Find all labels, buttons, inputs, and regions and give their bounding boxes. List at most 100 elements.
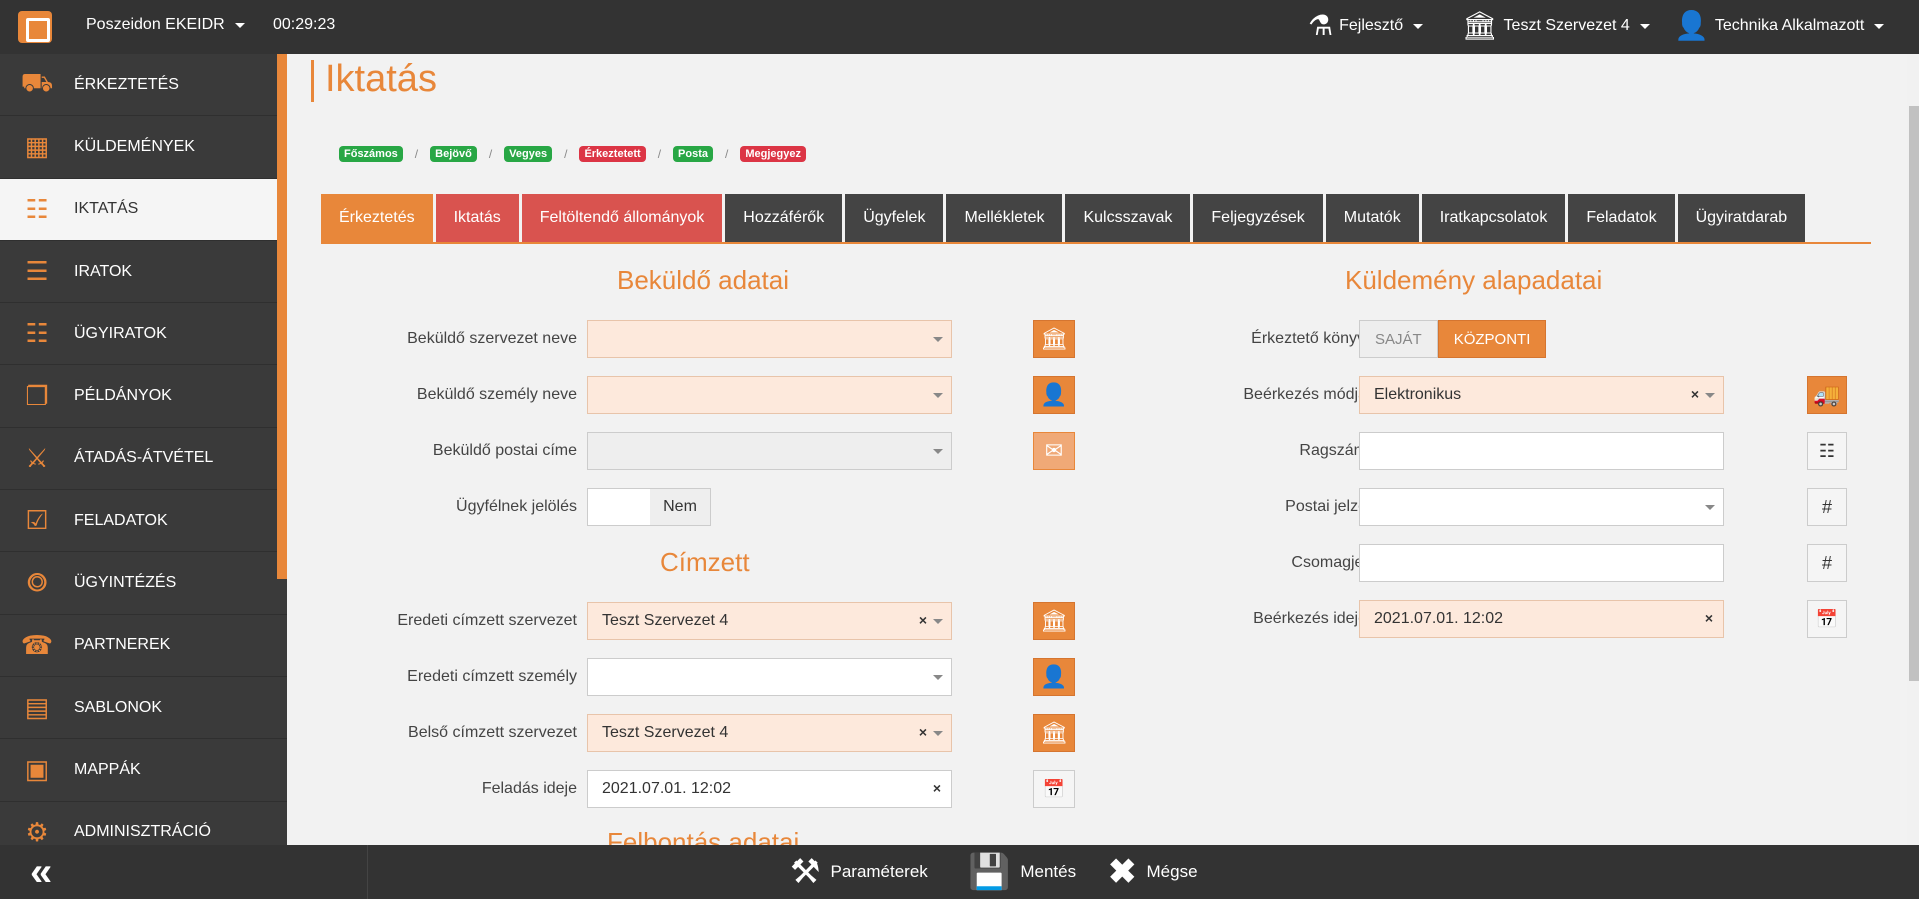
sidebar-item[interactable]: ☰ IRATOK: [0, 241, 287, 304]
book-option[interactable]: SAJÁT: [1359, 320, 1438, 358]
bank-icon: 🏛: [1040, 720, 1068, 745]
breadcrumb: Főszámos / Bejövő / Vegyes / Érkeztetett / Posta…: [339, 146, 806, 162]
breadcrumb-badge[interactable]: Bejövő: [430, 146, 477, 162]
clipboard-icon: ☑: [25, 505, 49, 536]
org-lookup-button[interactable]: 🏛: [1033, 320, 1075, 358]
tab[interactable]: Ügyfelek: [845, 194, 944, 242]
parameters-button[interactable]: ⚒ Paraméterek: [790, 854, 928, 890]
sidebar-item[interactable]: ⭗ ÜGYINTÉZÉS: [0, 552, 287, 615]
orig-org-select[interactable]: Teszt Szervezet 4 ×: [587, 602, 952, 640]
internal-org-select[interactable]: Teszt Szervezet 4 ×: [587, 714, 952, 752]
tab[interactable]: Feljegyzések: [1193, 194, 1323, 242]
sidebar-item-label: PARTNEREK: [74, 636, 171, 654]
orig-org-value: Teszt Szervezet 4: [602, 612, 729, 629]
tab[interactable]: Érkeztetés: [321, 194, 433, 242]
tab[interactable]: Mellékletek: [946, 194, 1063, 242]
calendar-button[interactable]: 📅: [1807, 600, 1847, 638]
handover-icon: ⚔: [25, 442, 49, 473]
breadcrumb-badge[interactable]: Megjegyez: [740, 146, 806, 162]
orig-person-select[interactable]: [587, 658, 952, 696]
calendar-icon: 📅: [1042, 778, 1066, 799]
sidebar-item-label: IRATOK: [74, 262, 133, 280]
sidebar: ⛟ ÉRKEZTETÉS ▦ KÜLDEMÉNYEK ☷ IKTATÁS ☰ IRATOK ☷ Ü…: [0, 54, 287, 845]
sidebar-item[interactable]: ▣ MAPPÁK: [0, 739, 287, 802]
person-lookup-button[interactable]: 👤: [1033, 376, 1075, 414]
postal-code-button[interactable]: #: [1807, 488, 1847, 526]
delivery-button[interactable]: 🚚: [1807, 376, 1847, 414]
clear-icon[interactable]: ×: [1705, 610, 1713, 626]
tab[interactable]: Kulcsszavak: [1065, 194, 1191, 242]
orig-person-lookup-button[interactable]: 👤: [1033, 658, 1075, 696]
clear-icon[interactable]: ×: [1691, 386, 1699, 402]
close-icon: ✖: [1108, 853, 1137, 891]
sidebar-scrollbar[interactable]: [277, 54, 287, 579]
sender-address-select[interactable]: [587, 432, 952, 470]
tab[interactable]: Iktatás: [435, 194, 519, 242]
clear-icon[interactable]: ×: [919, 724, 927, 740]
internal-org-lookup-button[interactable]: 🏛: [1033, 714, 1075, 752]
orig-person-label: Eredeti címzett személy: [407, 668, 577, 685]
sent-date-value: 2021.07.01. 12:02: [602, 780, 732, 797]
calendar-button[interactable]: 📅: [1033, 770, 1075, 808]
breadcrumb-badge[interactable]: Érkeztetett: [579, 146, 646, 162]
breadcrumb-badge[interactable]: Főszámos: [339, 146, 403, 162]
tab[interactable]: Iratkapcsolatok: [1421, 194, 1566, 242]
orig-org-lookup-button[interactable]: 🏛: [1033, 602, 1075, 640]
csomag-code-button[interactable]: #: [1807, 544, 1847, 582]
top-bar: Poszeidon EKEIDR 00:29:23 ⚗ Fejlesztő 🏛 …: [0, 0, 1919, 54]
parameters-label: Paraméterek: [830, 862, 928, 881]
tab[interactable]: Mutatók: [1325, 194, 1419, 242]
trolley-icon: ⛟: [20, 67, 54, 98]
sidebar-item[interactable]: ☷ ÜGYIRATOK: [0, 303, 287, 366]
collapse-sidebar-icon[interactable]: «: [30, 852, 52, 892]
sidebar-item[interactable]: ☑ FELADATOK: [0, 490, 287, 553]
csomag-input[interactable]: [1359, 544, 1724, 582]
breadcrumb-badge[interactable]: Posta: [673, 146, 713, 162]
arrival-date-input[interactable]: 2021.07.01. 12:02 ×: [1359, 600, 1724, 638]
book-option[interactable]: KÖZPONTI: [1437, 320, 1547, 358]
ragszam-input[interactable]: [1359, 432, 1724, 470]
sender-person-select[interactable]: [587, 376, 952, 414]
breadcrumb-badge[interactable]: Vegyes: [504, 146, 553, 162]
floppy-icon: 💾: [968, 853, 1011, 891]
sidebar-item[interactable]: ⚙ ADMINISZTRÁCIÓ: [0, 802, 287, 845]
clear-icon[interactable]: ×: [933, 780, 941, 796]
role-selector[interactable]: ⚗ Fejlesztő: [1308, 10, 1424, 42]
chevron-down-icon: [933, 675, 943, 680]
client-flag-toggle[interactable]: Nem: [587, 488, 711, 526]
user-label: Technika Alkalmazott: [1714, 17, 1865, 34]
chevron-down-icon: [1639, 23, 1650, 29]
address-lookup-button[interactable]: ✉: [1033, 432, 1075, 470]
book-icon: ☷: [25, 193, 49, 224]
app-logo[interactable]: [18, 11, 52, 43]
barcode-button[interactable]: ☷: [1807, 432, 1847, 470]
sidebar-item[interactable]: ▤ SABLONOK: [0, 677, 287, 740]
user-menu[interactable]: 👤 Technika Alkalmazott: [1674, 10, 1885, 42]
sidebar-item[interactable]: ☎ PARTNEREK: [0, 615, 287, 677]
tab[interactable]: Feladatok: [1568, 194, 1675, 242]
tab[interactable]: Feltöltendő állományok: [521, 194, 723, 242]
sidebar-item[interactable]: ❐ PÉLDÁNYOK: [0, 365, 287, 428]
sidebar-item[interactable]: ⚔ ÁTADÁS-ÁTVÉTEL: [0, 428, 287, 491]
calendar-icon: 📅: [1815, 608, 1839, 629]
barcode-icon: ☷: [1818, 440, 1836, 461]
chevron-down-icon: [933, 449, 943, 454]
bank-icon: 🏛: [1040, 608, 1068, 633]
app-selector[interactable]: Poszeidon EKEIDR: [86, 16, 245, 34]
cancel-button[interactable]: ✖ Mégse: [1108, 854, 1198, 890]
page-scrollbar-thumb[interactable]: [1909, 106, 1919, 681]
sender-address-label: Beküldő postai címe: [432, 442, 577, 459]
tab[interactable]: Hozzáférők: [725, 194, 843, 242]
chevron-down-icon: [1705, 505, 1715, 510]
tab[interactable]: Ügyiratdarab: [1677, 194, 1806, 242]
method-select[interactable]: Elektronikus ×: [1359, 376, 1724, 414]
sidebar-item[interactable]: ▦ KÜLDEMÉNYEK: [0, 116, 287, 179]
sidebar-item[interactable]: ☷ IKTATÁS: [0, 178, 287, 241]
org-selector[interactable]: 🏛 Teszt Szervezet 4: [1462, 10, 1650, 42]
postal-select[interactable]: [1359, 488, 1724, 526]
save-button[interactable]: 💾 Mentés: [968, 854, 1076, 890]
sidebar-item[interactable]: ⛟ ÉRKEZTETÉS: [0, 54, 287, 117]
sent-date-input[interactable]: 2021.07.01. 12:02 ×: [587, 770, 952, 808]
sender-org-select[interactable]: [587, 320, 952, 358]
clear-icon[interactable]: ×: [919, 612, 927, 628]
